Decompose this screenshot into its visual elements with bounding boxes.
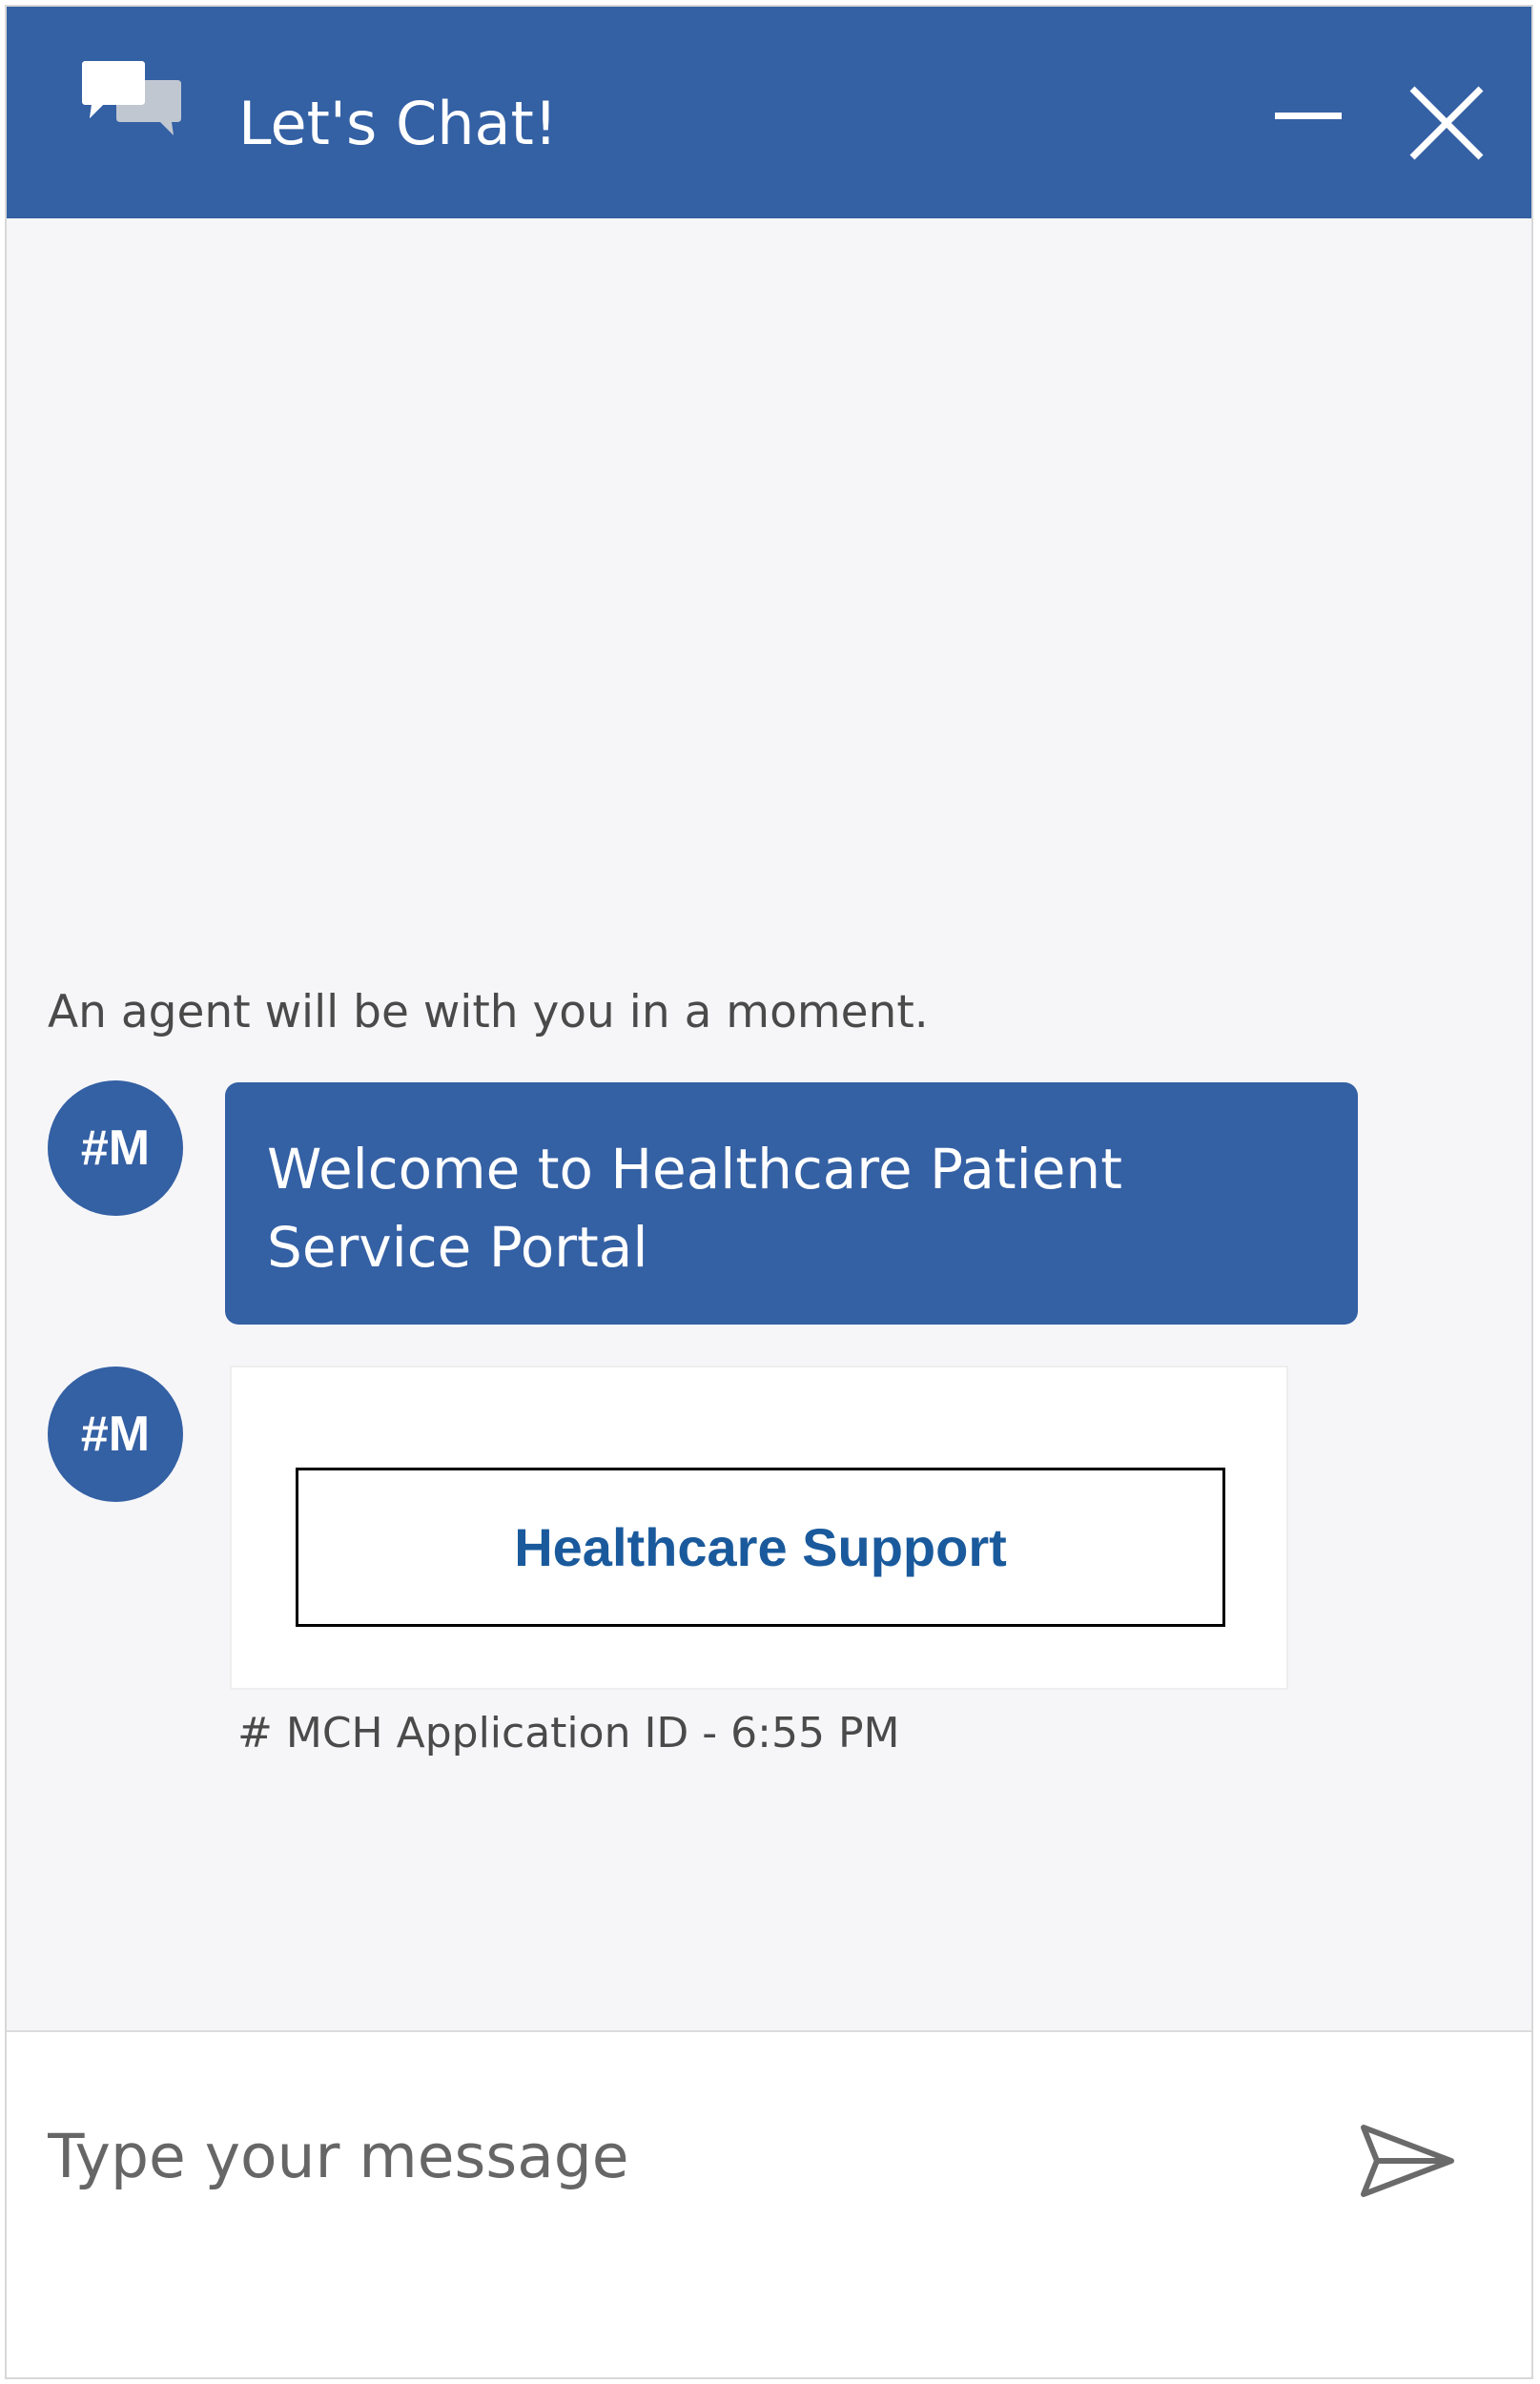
close-icon[interactable]: [1407, 83, 1487, 163]
minimize-button[interactable]: [1267, 88, 1349, 145]
chat-window: Let's Chat! An agent will be with you in…: [5, 5, 1533, 2379]
agent-avatar: #M: [48, 1080, 183, 1216]
message-input[interactable]: [48, 2108, 1287, 2204]
agent-avatar: #M: [48, 1367, 183, 1502]
message-meta: # MCH Application ID - 6:55 PM: [237, 1709, 900, 1757]
agent-card-message: Healthcare Support: [230, 1366, 1288, 1690]
chat-bubbles-icon: [82, 61, 181, 135]
system-status-message: An agent will be with you in a moment.: [48, 986, 929, 1038]
agent-message-bubble: Welcome to Healthcare Patient Service Po…: [225, 1082, 1358, 1325]
chat-title: Let's Chat!: [238, 89, 558, 158]
send-icon[interactable]: [1356, 2118, 1461, 2204]
chat-header: Let's Chat!: [7, 7, 1531, 218]
minimize-icon: [1275, 113, 1342, 119]
message-composer: [7, 2030, 1531, 2377]
healthcare-support-button[interactable]: Healthcare Support: [296, 1468, 1225, 1627]
